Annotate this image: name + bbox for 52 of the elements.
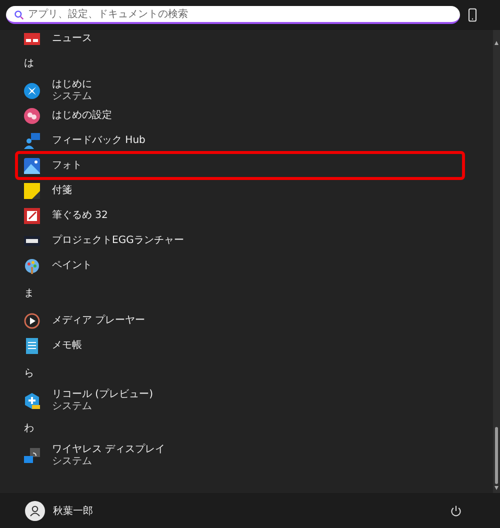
screen-cast-icon [24, 448, 40, 464]
picture-icon [24, 158, 40, 174]
section-letter[interactable]: わ [24, 421, 34, 435]
app-item[interactable]: ワイヤレス ディスプレイ システム [0, 443, 463, 468]
scrollbar[interactable] [493, 30, 500, 493]
section-letter[interactable]: ら [24, 366, 34, 380]
search-icon [14, 10, 24, 20]
app-category: システム [52, 456, 93, 468]
app-name: リコール (プレビュー) [52, 388, 153, 400]
app-name: ニュース [52, 33, 92, 45]
app-item[interactable]: メモ帳 [0, 333, 463, 358]
app-item[interactable]: リコール (プレビュー) システム [0, 388, 463, 413]
app-item[interactable]: プロジェクトEGGランチャー [0, 228, 463, 253]
newspaper-icon [24, 31, 40, 47]
section-letter[interactable]: は [24, 56, 34, 70]
search-field[interactable]: アプリ、設定、ドキュメントの検索 [6, 6, 460, 24]
app-name: はじめに [52, 78, 92, 90]
hexagon-plus-icon [24, 392, 40, 408]
app-category: システム [52, 90, 92, 102]
power-icon[interactable] [450, 504, 462, 516]
app-item[interactable]: 筆ぐるめ 32 [0, 203, 463, 228]
app-item[interactable]: はじめに システム [0, 78, 463, 103]
phone-icon[interactable] [468, 8, 477, 22]
app-name: ペイント [52, 260, 92, 272]
note-icon [24, 182, 40, 198]
app-item[interactable]: メディア プレーヤー [0, 308, 463, 333]
app-name: ワイヤレス ディスプレイ [52, 444, 166, 456]
app-item[interactable]: はじめの設定 [0, 103, 463, 128]
app-name: メモ帳 [52, 340, 82, 352]
app-name: メディア プレーヤー [52, 314, 146, 326]
app-name: フォト [52, 160, 82, 172]
app-item[interactable]: ニュース [0, 30, 463, 48]
flower-icon [24, 108, 40, 124]
palette-icon [24, 258, 40, 274]
app-item[interactable]: 付箋 [0, 178, 463, 203]
app-item[interactable]: ペイント [0, 253, 463, 278]
app-name: 付箋 [52, 184, 72, 196]
notepad-icon [24, 338, 40, 354]
play-icon [24, 312, 40, 328]
user-name[interactable]: 秋葉一郎 [53, 504, 93, 518]
app-name: フィードバック Hub [52, 134, 146, 146]
app-item[interactable]: フォト [17, 153, 463, 178]
app-name: プロジェクトEGGランチャー [52, 234, 184, 246]
app-name: 筆ぐるめ 32 [52, 210, 108, 222]
avatar-icon[interactable] [25, 500, 45, 520]
app-name: はじめの設定 [52, 110, 112, 122]
section-letter[interactable]: ま [24, 286, 34, 300]
star-cross-icon [24, 82, 40, 98]
pen-icon [24, 208, 40, 224]
person-chat-icon [24, 132, 40, 148]
app-item[interactable]: フィードバック Hub [0, 128, 463, 153]
app-category: システム [52, 400, 93, 412]
